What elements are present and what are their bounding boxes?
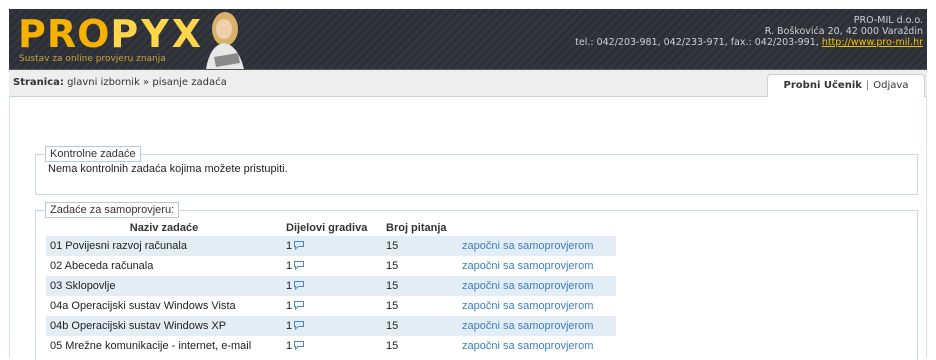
task-questions: 15 bbox=[382, 336, 458, 356]
breadcrumb-bar: Stranica: glavni izbornik » pisanje zada… bbox=[9, 70, 927, 97]
table-row: 04a Operacijski sustav Windows Vista 1 1… bbox=[46, 296, 616, 316]
comment-icon[interactable] bbox=[293, 340, 305, 350]
task-parts-value: 1 bbox=[286, 320, 293, 332]
task-questions: 15 bbox=[382, 236, 458, 256]
logo-text-pyx: PYX bbox=[110, 12, 205, 56]
breadcrumb: Stranica: glavni izbornik » pisanje zada… bbox=[13, 77, 227, 88]
user-name[interactable]: Probni Učenik bbox=[784, 80, 862, 91]
column-header-action bbox=[458, 219, 616, 236]
comment-icon[interactable] bbox=[293, 320, 305, 330]
start-self-test-link[interactable]: započni sa samoprovjerom bbox=[462, 320, 593, 332]
task-parts: 1 bbox=[282, 256, 382, 276]
start-self-test-link[interactable]: započni sa samoprovjerom bbox=[462, 300, 593, 312]
table-row: 03 Sklopovlje 1 15 započni sa samoprovje… bbox=[46, 276, 616, 296]
company-address: R. Boškovića 20, 42 000 Varaždin bbox=[764, 26, 923, 37]
logout-link[interactable]: Odjava bbox=[873, 80, 908, 91]
kontrolne-message: Nema kontrolnih zadaća kojima možete pri… bbox=[48, 163, 288, 175]
table-row: 01 Povijesni razvoj računala 1 15 započn… bbox=[46, 236, 616, 256]
table-row: 02 Abeceda računala 1 15 započni sa samo… bbox=[46, 256, 616, 276]
table-row: 04b Operacijski sustav Windows XP 1 15 z… bbox=[46, 316, 616, 336]
task-parts-value: 1 bbox=[286, 280, 293, 292]
logo[interactable]: PROPYX bbox=[18, 15, 204, 53]
kontrolne-legend: Kontrolne zadaće bbox=[45, 146, 141, 162]
user-tab: Probni Učenik | Odjava bbox=[767, 74, 925, 97]
start-self-test-link[interactable]: započni sa samoprovjerom bbox=[462, 340, 593, 352]
logo-text-pro: PRO bbox=[18, 12, 111, 56]
start-self-test-link[interactable]: započni sa samoprovjerom bbox=[462, 240, 593, 252]
samoprovjera-section: Zadaće za samoprovjeru: Naziv zadaće Dij… bbox=[35, 202, 918, 360]
tagline: Sustav za online provjeru znanja bbox=[19, 54, 166, 64]
column-header-name: Naziv zadaće bbox=[129, 221, 199, 234]
table-header-row: Naziv zadaće Dijelovi gradiva Broj pitan… bbox=[46, 219, 616, 236]
column-header-parts: Dijelovi gradiva bbox=[286, 221, 368, 234]
task-action-cell: započni sa samoprovjerom bbox=[458, 236, 616, 256]
task-parts: 1 bbox=[282, 236, 382, 256]
task-name: 04a Operacijski sustav Windows Vista bbox=[46, 296, 282, 316]
task-questions: 15 bbox=[382, 276, 458, 296]
task-parts: 1 bbox=[282, 316, 382, 336]
samoprovjera-legend: Zadaće za samoprovjeru: bbox=[45, 202, 180, 218]
task-name: 01 Povijesni razvoj računala bbox=[46, 236, 282, 256]
task-parts-value: 1 bbox=[286, 240, 293, 252]
task-parts: 1 bbox=[282, 336, 382, 356]
task-questions: 15 bbox=[382, 296, 458, 316]
woman-illustration bbox=[206, 12, 244, 69]
task-parts-value: 1 bbox=[286, 300, 293, 312]
company-contact-line: tel.: 042/203-981, 042/233-971, fax.: 04… bbox=[575, 37, 923, 48]
task-name: 03 Sklopovlje bbox=[46, 276, 282, 296]
task-action-cell: započni sa samoprovjerom bbox=[458, 316, 616, 336]
task-parts-value: 1 bbox=[286, 340, 293, 352]
task-name: 04b Operacijski sustav Windows XP bbox=[46, 316, 282, 336]
table-row: 05 Mrežne komunikacije - internet, e-mai… bbox=[46, 336, 616, 356]
tasks-table: Naziv zadaće Dijelovi gradiva Broj pitan… bbox=[46, 219, 616, 356]
company-name: PRO-MIL d.o.o. bbox=[853, 15, 923, 26]
comment-icon[interactable] bbox=[293, 260, 305, 270]
task-questions: 15 bbox=[382, 256, 458, 276]
column-header-questions: Broj pitanja bbox=[386, 221, 447, 234]
breadcrumb-prefix: Stranica: bbox=[13, 77, 64, 88]
task-name: 05 Mrežne komunikacije - internet, e-mai… bbox=[46, 336, 282, 356]
task-parts-value: 1 bbox=[286, 260, 293, 272]
start-self-test-link[interactable]: započni sa samoprovjerom bbox=[462, 260, 593, 272]
breadcrumb-path[interactable]: glavni izbornik » pisanje zadaća bbox=[67, 77, 227, 88]
header-banner: PROPYX Sustav za online provjeru znanja … bbox=[9, 9, 927, 70]
comment-icon[interactable] bbox=[293, 280, 305, 290]
task-name: 02 Abeceda računala bbox=[46, 256, 282, 276]
task-questions: 15 bbox=[382, 316, 458, 336]
user-separator: | bbox=[865, 80, 870, 91]
comment-icon[interactable] bbox=[293, 240, 305, 250]
start-self-test-link[interactable]: započni sa samoprovjerom bbox=[462, 280, 593, 292]
company-url-link[interactable]: http://www.pro-mil.hr bbox=[822, 37, 923, 48]
task-parts: 1 bbox=[282, 276, 382, 296]
kontrolne-section: Kontrolne zadaće Nema kontrolnih zadaća … bbox=[35, 146, 918, 195]
task-action-cell: započni sa samoprovjerom bbox=[458, 276, 616, 296]
task-parts: 1 bbox=[282, 296, 382, 316]
company-contact: tel.: 042/203-981, 042/233-971, fax.: 04… bbox=[575, 37, 822, 48]
company-info: PRO-MIL d.o.o. R. Boškovića 20, 42 000 V… bbox=[575, 15, 923, 48]
task-action-cell: započni sa samoprovjerom bbox=[458, 296, 616, 316]
comment-icon[interactable] bbox=[293, 300, 305, 310]
task-action-cell: započni sa samoprovjerom bbox=[458, 336, 616, 356]
task-action-cell: započni sa samoprovjerom bbox=[458, 256, 616, 276]
